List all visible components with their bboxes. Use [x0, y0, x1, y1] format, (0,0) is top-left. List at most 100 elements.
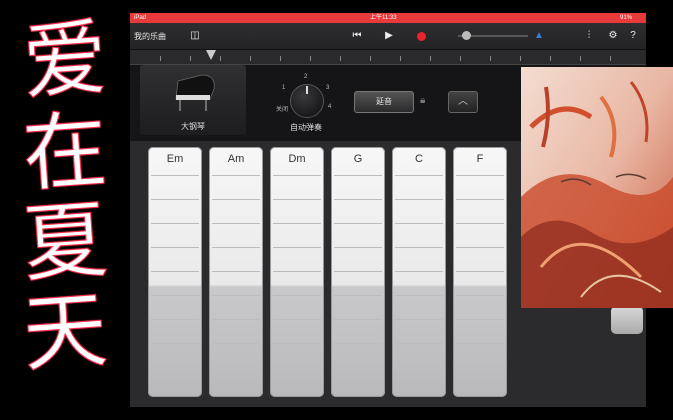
- note-segment-divider: [456, 175, 504, 176]
- note-segment-divider: [334, 223, 382, 224]
- battery-level: 91%: [620, 15, 633, 21]
- volume-knob[interactable]: [462, 31, 471, 40]
- chord-strip-c[interactable]: C: [392, 147, 446, 397]
- chord-label: C: [415, 153, 423, 165]
- note-segment-divider: [395, 367, 443, 368]
- chord-strip-em[interactable]: Em: [148, 147, 202, 397]
- rewind-button[interactable]: ⏮: [348, 29, 366, 43]
- toolbar: 我的乐曲 ◫ ⏮ ▶ ▲ ⫶ ⚙ ?: [130, 23, 646, 50]
- knob-indicator: [306, 86, 308, 94]
- note-segment-divider: [212, 343, 260, 344]
- note-segment-divider: [212, 319, 260, 320]
- lock-icon[interactable]: 🔒︎: [420, 95, 425, 106]
- mixer-icon[interactable]: ⫶: [580, 29, 598, 43]
- chord-label: Em: [166, 153, 184, 165]
- note-segment-divider: [395, 223, 443, 224]
- note-segment-divider: [273, 223, 321, 224]
- sustain-button[interactable]: 延音: [354, 91, 414, 113]
- note-segment-divider: [151, 367, 199, 368]
- scroll-handle[interactable]: [611, 306, 643, 334]
- note-segment-divider: [334, 175, 382, 176]
- calligraphy-char: 爱: [19, 8, 111, 113]
- note-segment-divider: [456, 199, 504, 200]
- autoplay-label: 自动弹奏: [290, 123, 322, 132]
- arpeggiator-button[interactable]: ︿: [448, 91, 478, 113]
- chord-strip-dm[interactable]: Dm: [270, 147, 324, 397]
- browser-icon[interactable]: ◫: [186, 29, 204, 43]
- note-segment-divider: [212, 295, 260, 296]
- calligraphy-char: 在: [19, 100, 111, 205]
- note-segment-divider: [395, 295, 443, 296]
- note-segment-divider: [151, 295, 199, 296]
- status-time: 上午11:33: [370, 15, 397, 21]
- status-bar: iPad 上午11:33 91%: [130, 13, 646, 23]
- note-segment-divider: [395, 175, 443, 176]
- note-segment-divider: [456, 367, 504, 368]
- device-label: iPad: [134, 15, 147, 21]
- note-segment-divider: [334, 199, 382, 200]
- chord-label: Am: [227, 153, 245, 165]
- chord-strip-f[interactable]: F: [453, 147, 507, 397]
- note-segment-divider: [151, 247, 199, 248]
- chord-label: Dm: [288, 153, 306, 165]
- knob-label-2: 2: [304, 74, 308, 80]
- note-segment-divider: [395, 343, 443, 344]
- note-segment-divider: [212, 271, 260, 272]
- note-segment-divider: [334, 319, 382, 320]
- note-segment-divider: [456, 295, 504, 296]
- chord-label: G: [353, 153, 363, 165]
- calligraphy-char: 天: [19, 280, 111, 385]
- knob-label-3: 3: [326, 85, 330, 91]
- note-segment-divider: [334, 295, 382, 296]
- metronome-icon[interactable]: ▲: [530, 29, 548, 43]
- note-segment-divider: [334, 271, 382, 272]
- note-segment-divider: [212, 367, 260, 368]
- record-button[interactable]: [417, 32, 426, 41]
- chord-strip-am[interactable]: Am: [209, 147, 263, 397]
- note-segment-divider: [395, 271, 443, 272]
- note-segment-divider: [273, 247, 321, 248]
- note-segment-divider: [395, 247, 443, 248]
- note-segment-divider: [151, 223, 199, 224]
- play-button[interactable]: ▶: [380, 29, 398, 43]
- chord-label: F: [476, 153, 484, 165]
- grand-piano-icon: [175, 74, 215, 111]
- note-segment-divider: [395, 319, 443, 320]
- artwork-image: [521, 67, 673, 308]
- note-segment-divider: [273, 295, 321, 296]
- note-segment-divider: [212, 175, 260, 176]
- note-segment-divider: [151, 271, 199, 272]
- note-segment-divider: [456, 319, 504, 320]
- calligraphy-char: 夏: [19, 190, 111, 295]
- knob-label-off: 关闭: [276, 107, 289, 113]
- note-segment-divider: [273, 343, 321, 344]
- note-segment-divider: [456, 247, 504, 248]
- knob-label-4: 4: [328, 104, 332, 110]
- wrench-icon[interactable]: ⚙: [604, 29, 622, 43]
- knob-label-1: 1: [282, 85, 286, 91]
- note-segment-divider: [273, 199, 321, 200]
- note-segment-divider: [334, 367, 382, 368]
- note-segment-divider: [151, 319, 199, 320]
- note-segment-divider: [151, 343, 199, 344]
- note-segment-divider: [212, 199, 260, 200]
- note-segment-divider: [456, 271, 504, 272]
- note-segment-divider: [151, 199, 199, 200]
- note-segment-divider: [151, 175, 199, 176]
- note-segment-divider: [273, 271, 321, 272]
- note-segment-divider: [334, 343, 382, 344]
- note-segment-divider: [456, 223, 504, 224]
- chord-strip-g[interactable]: G: [331, 147, 385, 397]
- note-segment-divider: [395, 199, 443, 200]
- instrument-name: 大钢琴: [181, 122, 205, 131]
- note-segment-divider: [273, 319, 321, 320]
- calligraphy-title: 爱 在 夏 天: [0, 0, 128, 420]
- note-segment-divider: [212, 223, 260, 224]
- help-icon[interactable]: ?: [624, 29, 642, 43]
- my-songs-button[interactable]: 我的乐曲: [134, 31, 166, 42]
- note-segment-divider: [273, 175, 321, 176]
- note-segment-divider: [334, 247, 382, 248]
- note-segment-divider: [456, 343, 504, 344]
- note-segment-divider: [212, 247, 260, 248]
- note-segment-divider: [273, 367, 321, 368]
